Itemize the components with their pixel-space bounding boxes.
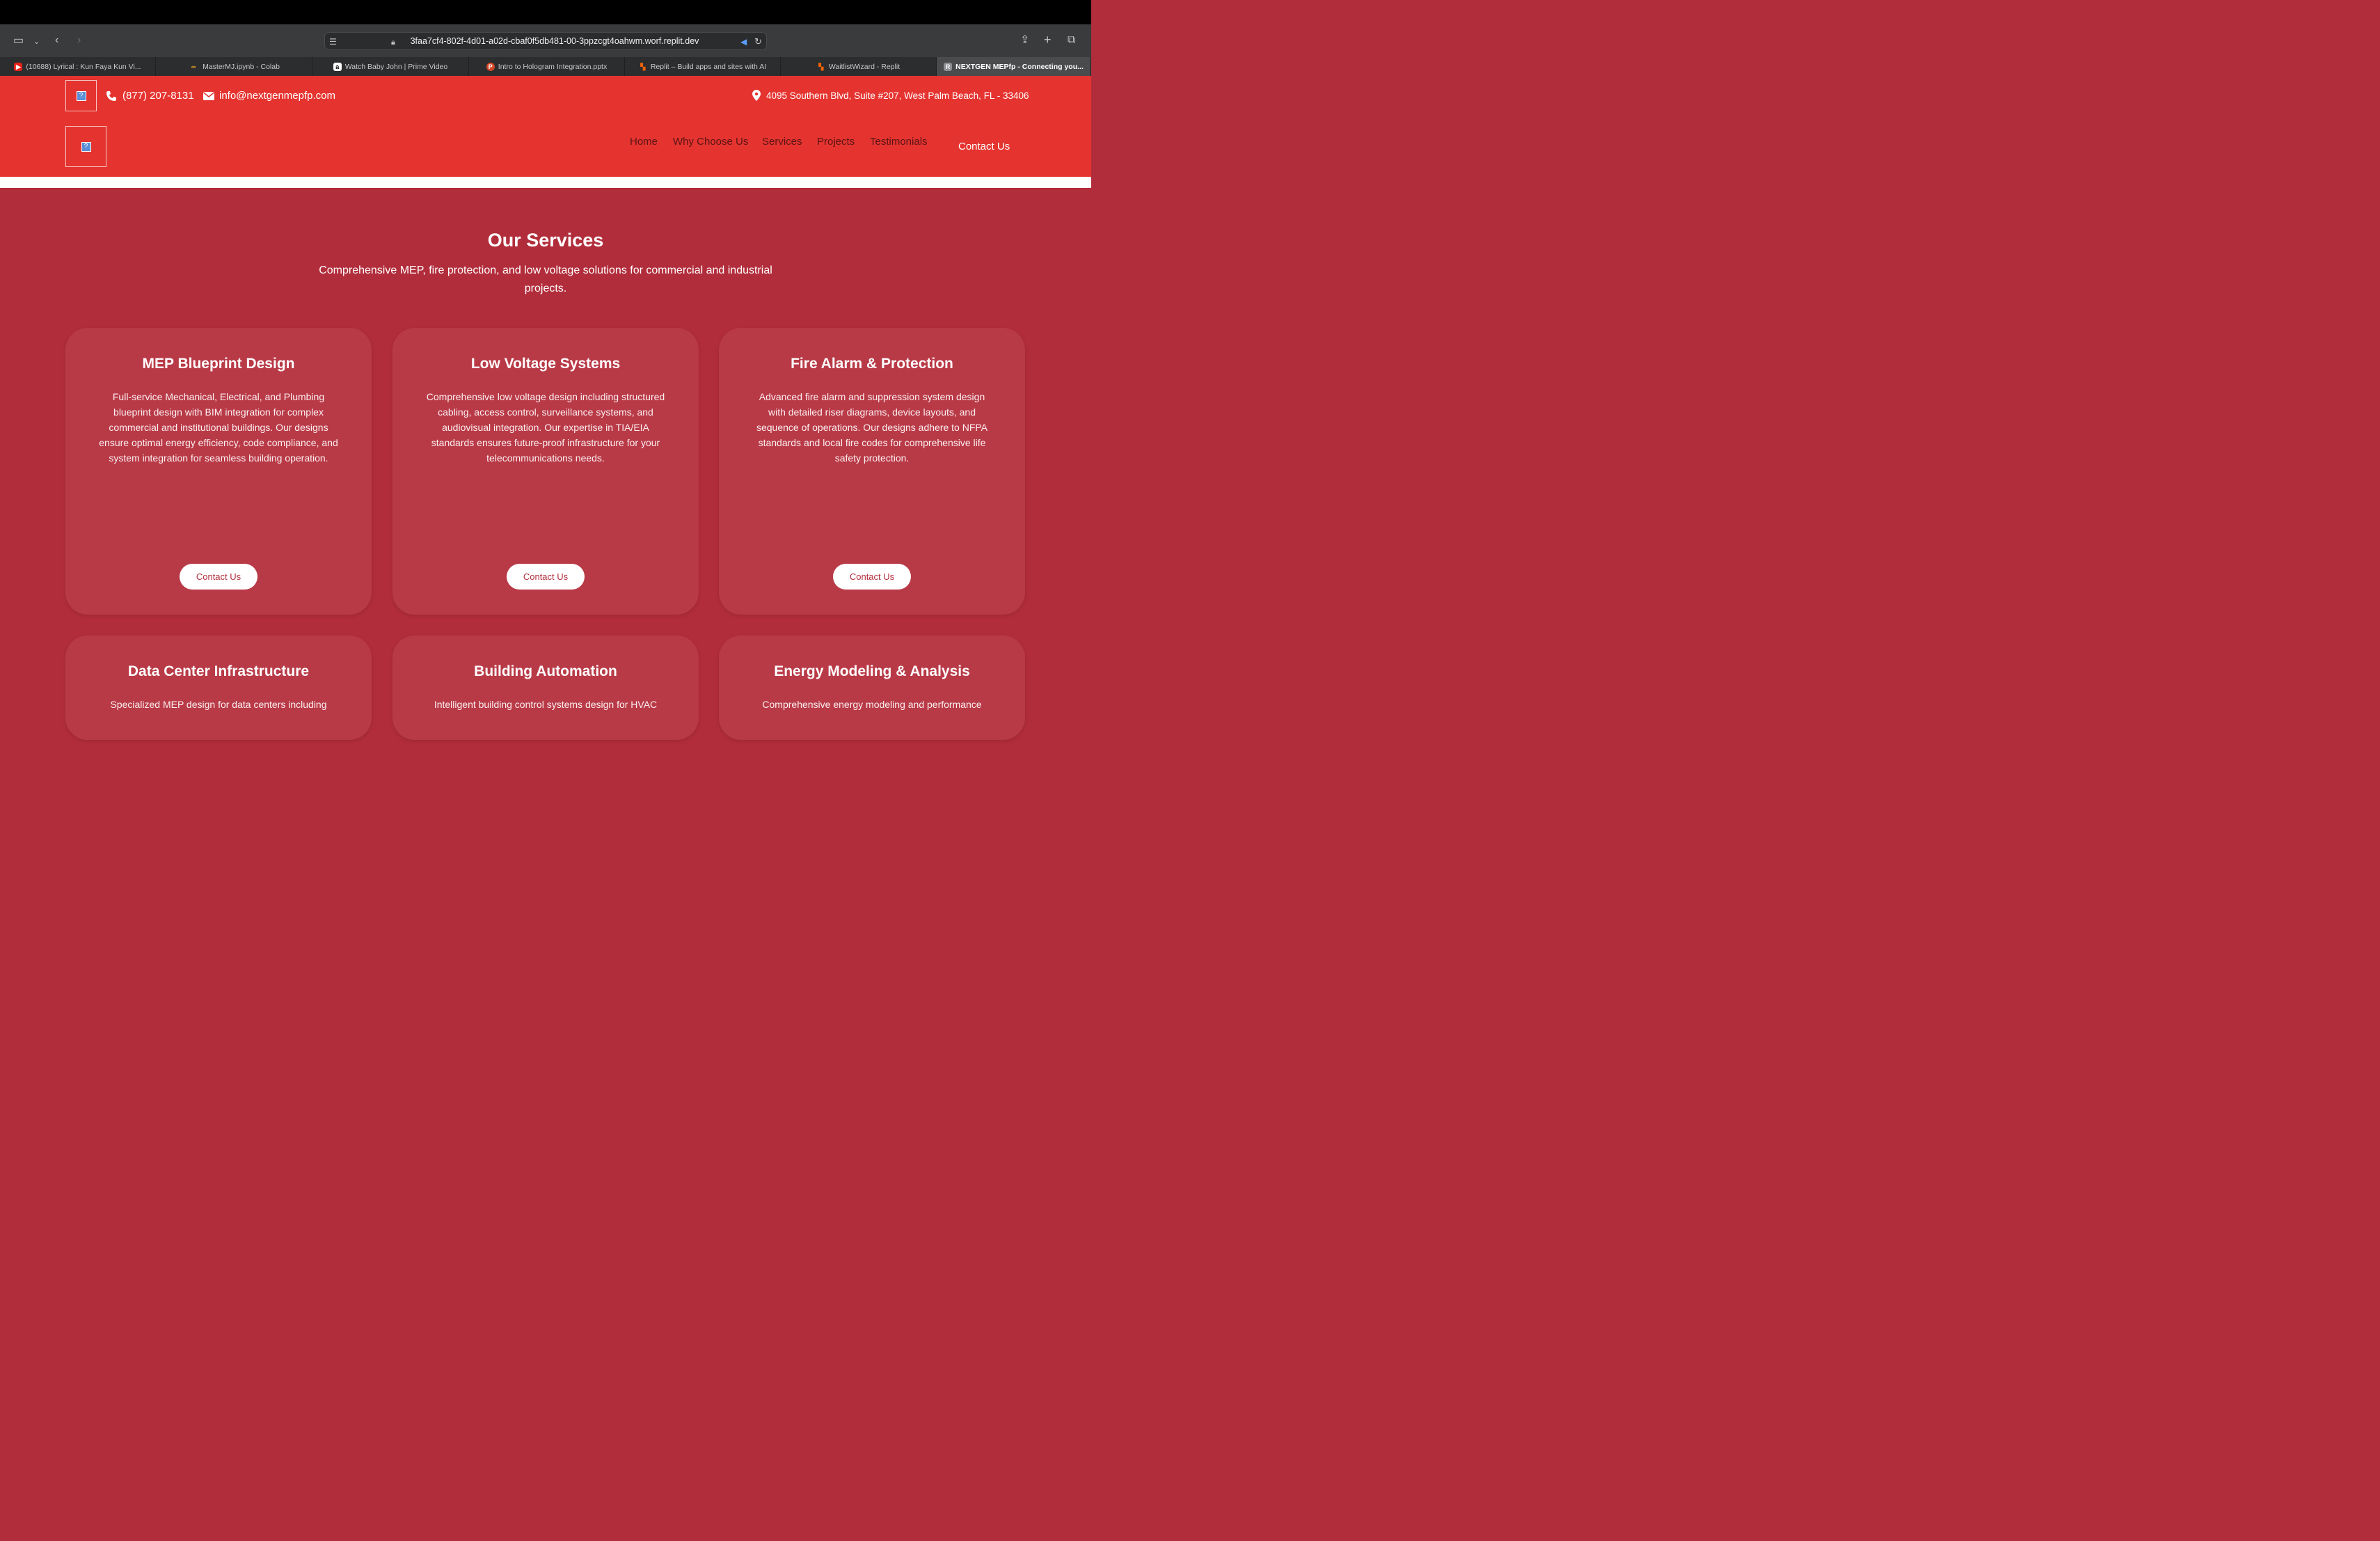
phone-number[interactable]: (877) 207-8131	[122, 90, 194, 102]
address-text: 4095 Southern Blvd, Suite #207, West Pal…	[766, 90, 1029, 101]
new-tab-icon[interactable]: +	[1044, 33, 1052, 46]
r-icon: R	[944, 62, 953, 71]
card-description: Specialized MEP design for data centers …	[110, 699, 327, 710]
nav-testimonials[interactable]: Testimonials	[870, 136, 928, 148]
tab-nextgen[interactable]: R NEXTGEN MEPfp - Connecting you...	[937, 57, 1091, 76]
tab-waitlistwizard[interactable]: ▚ WaitlistWizard - Replit	[781, 57, 937, 76]
nav-why-choose-us[interactable]: Why Choose Us	[673, 136, 748, 148]
tab-colab[interactable]: ∞ MasterMJ.ipynb - Colab	[156, 57, 312, 76]
url-text[interactable]: 3faa7cf4-802f-4d01-a02d-cbaf0f5db481-00-…	[402, 36, 708, 46]
tab-label: WaitlistWizard - Replit	[828, 62, 901, 71]
section-subtitle: Comprehensive MEP, fire protection, and …	[319, 264, 772, 294]
tab-label: Replit – Build apps and sites with AI	[650, 62, 767, 71]
back-icon[interactable]: ‹	[55, 35, 58, 46]
service-card-data-center: Data Center Infrastructure Specialized M…	[65, 635, 372, 740]
nav-home[interactable]: Home	[630, 136, 658, 148]
tab-label: Intro to Hologram Integration.pptx	[498, 62, 608, 71]
service-card-fire-alarm: Fire Alarm & Protection Advanced fire al…	[719, 328, 1025, 615]
tab-overview-icon[interactable]: ⧉	[1068, 35, 1075, 46]
sidebar-toggle-icon[interactable]: ▭	[13, 35, 24, 47]
tab-label: NEXTGEN MEPfp - Connecting you...	[955, 62, 1084, 71]
service-card-building-automation: Building Automation Intelligent building…	[392, 635, 699, 740]
card-description: Advanced fire alarm and suppression syst…	[756, 391, 988, 464]
service-card-energy-modeling: Energy Modeling & Analysis Comprehensive…	[719, 635, 1025, 740]
contact-button[interactable]: Contact Us	[180, 564, 257, 590]
card-title: MEP Blueprint Design	[142, 356, 295, 372]
card-title: Low Voltage Systems	[470, 356, 621, 372]
replit-icon: ▚	[640, 63, 646, 70]
contact-button[interactable]: Contact Us	[833, 564, 911, 590]
phone-icon	[106, 90, 116, 101]
card-title: Building Automation	[474, 663, 617, 679]
reload-icon[interactable]: ↻	[754, 36, 762, 47]
top-logo[interactable]: ?	[65, 80, 97, 111]
address-bar[interactable]: ☰ 🔒︎ 3faa7cf4-802f-4d01-a02d-cbaf0f5db48…	[324, 32, 767, 50]
nav-projects[interactable]: Projects	[817, 136, 855, 148]
broken-image-icon: ?	[81, 141, 91, 152]
tab-label: (10688) Lyrical : Kun Faya Kun Vi...	[26, 62, 141, 71]
map-pin-icon	[752, 90, 761, 101]
broken-image-icon: ?	[76, 90, 86, 101]
card-title: Fire Alarm & Protection	[791, 356, 953, 372]
envelope-icon	[203, 91, 214, 100]
header-divider	[0, 177, 1091, 188]
colab-icon: ∞	[191, 63, 196, 70]
service-card-mep: MEP Blueprint Design Full-service Mechan…	[65, 328, 372, 615]
replit-icon: ▚	[818, 63, 824, 70]
service-card-low-voltage: Low Voltage Systems Comprehensive low vo…	[392, 328, 699, 615]
card-title: Energy Modeling & Analysis	[774, 663, 970, 679]
card-description: Intelligent building control systems des…	[434, 699, 658, 710]
tab-prime-video[interactable]: a Watch Baby John | Prime Video	[312, 57, 469, 76]
page-settings-icon[interactable]: ☰	[329, 36, 337, 47]
address-contact: 4095 Southern Blvd, Suite #207, West Pal…	[752, 90, 1029, 101]
tab-youtube[interactable]: ▶ (10688) Lyrical : Kun Faya Kun Vi...	[0, 57, 156, 76]
card-description: Full-service Mechanical, Electrical, and…	[99, 391, 338, 464]
tab-replit[interactable]: ▚ Replit – Build apps and sites with AI	[625, 57, 781, 76]
card-description: Comprehensive energy modeling and perfor…	[762, 699, 982, 710]
tab-label: MasterMJ.ipynb - Colab	[203, 62, 280, 71]
youtube-icon: ▶	[14, 62, 23, 71]
email-contact[interactable]: info@nextgenmepfp.com	[203, 90, 335, 102]
contact-button[interactable]: Contact Us	[507, 564, 585, 590]
powerpoint-icon: P	[486, 62, 495, 71]
section-title: Our Services	[487, 230, 604, 251]
tab-label: Watch Baby John | Prime Video	[344, 62, 448, 71]
share-icon[interactable]: ⇪	[1020, 35, 1029, 46]
amazon-icon: a	[333, 62, 342, 71]
nav-contact-button[interactable]: Contact Us	[958, 141, 1010, 152]
forward-icon[interactable]: ›	[77, 35, 81, 46]
chevron-down-icon[interactable]: ⌄	[33, 36, 40, 47]
tab-bar: ▶ (10688) Lyrical : Kun Faya Kun Vi... ∞ M…	[0, 57, 1091, 76]
email-address[interactable]: info@nextgenmepfp.com	[219, 90, 335, 102]
tab-powerpoint[interactable]: P Intro to Hologram Integration.pptx	[469, 57, 625, 76]
nav-services[interactable]: Services	[762, 136, 802, 148]
card-description: Comprehensive low voltage design includi…	[426, 391, 665, 464]
card-title: Data Center Infrastructure	[127, 663, 310, 679]
audio-icon[interactable]: ◀︎	[740, 36, 747, 47]
system-top-bar	[0, 0, 1091, 24]
site-logo[interactable]: ?	[65, 126, 106, 167]
phone-contact[interactable]: (877) 207-8131	[106, 90, 194, 102]
lock-icon: 🔒︎	[391, 38, 395, 47]
